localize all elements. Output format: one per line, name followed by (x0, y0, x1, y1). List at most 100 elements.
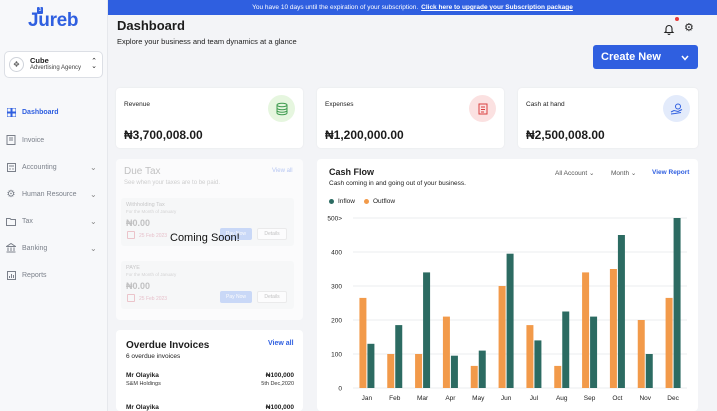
x-tick-label: Mar (417, 395, 429, 402)
legend-swatch-inflow (329, 199, 334, 204)
org-name: Cube (30, 56, 49, 66)
sidebar-item-label: Invoice (22, 136, 45, 144)
invoice-client: Mr Olayika (126, 372, 159, 379)
account-filter-label: All Account (555, 170, 588, 177)
chevron-updown-icon: ⌃ ⌄ (91, 58, 97, 70)
overdue-count: 6 overdue invoices (126, 353, 181, 360)
details-button[interactable]: Details (257, 291, 287, 303)
view-report-link[interactable]: View Report (652, 169, 689, 176)
list-item[interactable]: Mr Olayika ₦100,000 (126, 404, 294, 411)
x-tick-label: May (472, 395, 485, 402)
sidebar-item-accounting[interactable]: Accounting ⌄ (0, 160, 108, 174)
bar-inflow (506, 253, 514, 388)
bar-outflow (387, 354, 395, 388)
period-filter-dropdown[interactable]: Month ⌄ (611, 169, 636, 177)
list-item[interactable]: Mr Olayika S&M Holdings ₦100,000 5th Dec… (126, 372, 294, 390)
details-button[interactable]: Details (257, 228, 287, 240)
upgrade-link[interactable]: Click here to upgrade your Subscription … (421, 4, 573, 11)
bar-inflow (673, 218, 681, 388)
tax-item: PAYE For the Month of January ₦0.00 25 F… (121, 261, 294, 309)
chevron-down-icon: ⌄ (90, 189, 97, 199)
calendar-icon (127, 294, 135, 302)
chevron-down-icon: ⌄ (90, 216, 97, 226)
legend-swatch-outflow (363, 199, 369, 204)
gear-icon: ⚙ (6, 188, 16, 200)
cash-flow-chart: 0 100 200 300 400 500> Jan Feb Mar Apr May Jun Jul Au… (327, 216, 687, 402)
sidebar-item-label: Dashboard (22, 108, 59, 116)
bar-outflow (582, 272, 590, 388)
bar-inflow (617, 235, 625, 388)
y-tick-label: 400 (331, 250, 342, 257)
bell-icon[interactable] (663, 22, 675, 35)
bar-inflow (423, 272, 431, 388)
org-switcher[interactable]: ❖ Cube Advertising Agency ⌃ ⌄ (4, 51, 103, 78)
chevron-down-icon (681, 52, 689, 64)
bar-outflow (554, 365, 562, 388)
overdue-view-all-link[interactable]: View all (268, 340, 294, 347)
sidebar-item-label: Human Resource (22, 190, 77, 198)
y-tick-label: 200 (331, 318, 342, 325)
logo[interactable]: Jureb (28, 10, 79, 32)
x-tick-label: Dec (667, 395, 679, 402)
calculator-icon (6, 162, 16, 172)
cash-flow-card: Cash Flow Cash coming in and going out o… (317, 159, 698, 411)
tax-amount: ₦0.00 (126, 281, 151, 291)
x-tick-label: Sep (584, 395, 596, 402)
settings-gear-icon[interactable]: ⚙ (684, 22, 696, 34)
cash-flow-subtitle: Cash coming in and going out of your bus… (329, 180, 466, 187)
dashboard-icon (6, 107, 16, 117)
stat-label: Cash at hand (526, 101, 565, 108)
due-tax-view-all-link[interactable]: View all (272, 168, 293, 174)
coming-soon-overlay: Coming Soon! (170, 232, 240, 244)
bar-inflow (478, 350, 486, 388)
due-tax-title: Due Tax (124, 166, 161, 177)
sidebar-item-label: Reports (22, 271, 47, 279)
sidebar-item-label: Accounting (22, 163, 57, 171)
x-tick-label: Aug (556, 395, 568, 402)
sidebar-item-human-resource[interactable]: ⚙ Human Resource ⌄ (0, 187, 108, 201)
x-tick-label: Jul (530, 395, 539, 402)
bar-inflow (645, 354, 653, 388)
account-filter-dropdown[interactable]: All Account ⌄ (555, 169, 594, 177)
cash-at-hand-card: Cash at hand ₦2,500,008.00 (518, 88, 698, 148)
expenses-card: Expenses ₦1,200,000.00 (317, 88, 504, 148)
bar-outflow (470, 365, 478, 388)
bar-outflow (415, 354, 423, 388)
reports-icon (6, 270, 16, 280)
page-subtitle: Explore your business and team dynamics … (117, 37, 297, 46)
y-tick-label: 0 (338, 386, 342, 393)
legend-label: Outflow (372, 198, 396, 205)
sidebar-item-label: Banking (22, 244, 48, 252)
x-tick-label: Apr (445, 395, 456, 402)
sidebar-item-reports[interactable]: Reports (0, 268, 108, 282)
invoice-amount: ₦100,000 (265, 404, 294, 411)
org-subtitle: Advertising Agency (30, 65, 82, 72)
bar-inflow (534, 340, 542, 388)
receipt-icon (469, 95, 496, 122)
create-new-label: Create New (601, 51, 661, 63)
cash-flow-title: Cash Flow (329, 167, 375, 177)
page-title: Dashboard (117, 18, 185, 33)
sidebar-item-invoice[interactable]: Invoice (0, 133, 108, 147)
bar-outflow (526, 325, 534, 388)
tax-due-date: 25 Feb 2023 (139, 233, 168, 239)
y-tick-label: 100 (331, 352, 342, 359)
pay-now-button[interactable]: Pay Now (220, 291, 252, 303)
tax-period: For the Month of January (126, 209, 177, 214)
create-new-button[interactable]: Create New (593, 45, 698, 69)
overdue-invoices-card: Overdue Invoices View all 6 overdue invo… (116, 330, 303, 411)
sidebar-item-tax[interactable]: Tax ⌄ (0, 214, 108, 228)
bar-outflow (442, 316, 450, 388)
chevron-down-icon: ⌄ (90, 243, 97, 253)
bar-outflow (498, 286, 506, 388)
y-tick-label: 300 (331, 284, 342, 291)
sidebar: 3 Jureb ❖ Cube Advertising Agency ⌃ ⌄ Das… (0, 0, 108, 411)
tax-amount: ₦0.00 (126, 218, 151, 228)
sidebar-item-dashboard[interactable]: Dashboard (0, 105, 108, 119)
chevron-down-icon: ⌄ (588, 170, 595, 177)
stat-value: ₦3,700,008.00 (124, 128, 203, 142)
y-tick-label: 500> (327, 216, 342, 223)
x-tick-label: Oct (612, 395, 622, 402)
overdue-title: Overdue Invoices (126, 340, 210, 351)
sidebar-item-banking[interactable]: Banking ⌄ (0, 241, 108, 255)
